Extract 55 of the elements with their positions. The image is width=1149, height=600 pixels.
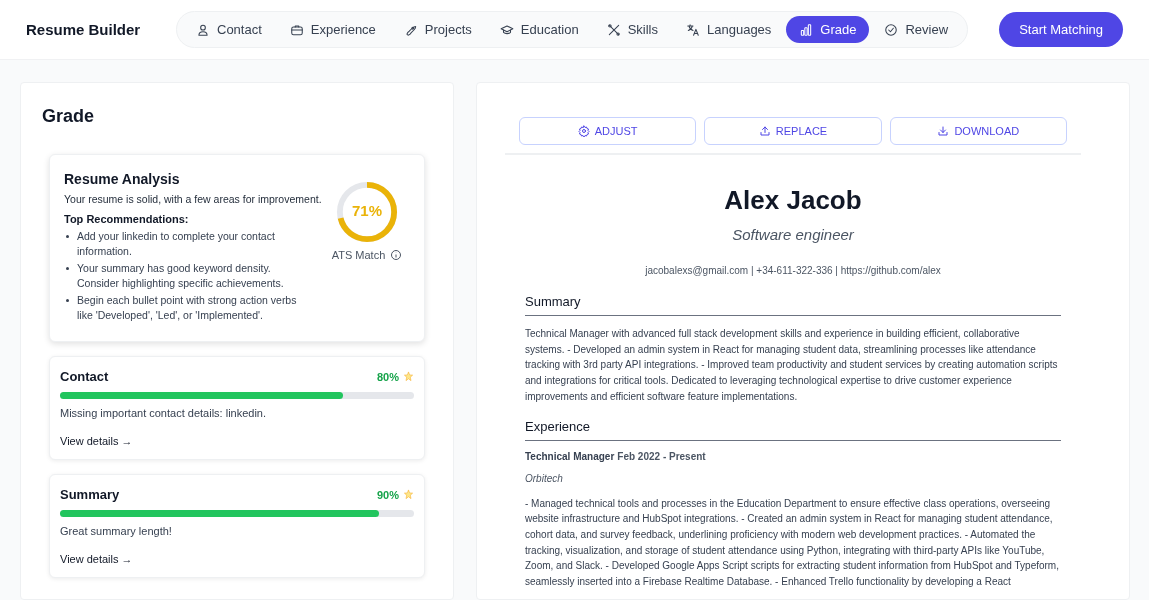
recommendation-text: Your summary has good keyword density. Consider highlighting specific achievements. — [77, 261, 285, 291]
sparkle-icon — [403, 489, 414, 500]
action-button[interactable]: REPLACE — [704, 117, 882, 145]
bar-chart-icon — [799, 22, 814, 37]
recommendation-text: Add your linkedin to complete your contact information. — [77, 229, 276, 259]
nav-tab[interactable]: Experience — [276, 16, 389, 43]
person-icon — [196, 22, 210, 37]
recommendation-text: Begin each bullet point with strong action verbs like 'Developed', 'Led', or 'Implemented'. — [77, 293, 298, 323]
panel-title: Grade — [42, 106, 96, 127]
bullet-icon — [66, 299, 69, 302]
section-title: Summary — [60, 487, 120, 502]
resume-contact-line: jacobalexs@gmail.com | +34-611-322-336 | https://github.com/alex — [644, 265, 942, 276]
nav-tab[interactable]: Projects — [390, 16, 485, 43]
section-heading: Experience — [525, 418, 1061, 441]
nav-tab[interactable]: Contact — [183, 16, 275, 43]
nav-tab[interactable]: Skills — [593, 16, 671, 43]
recommendations-title: Top Recommendations: — [64, 213, 190, 225]
card-title: Resume Analysis — [64, 171, 181, 187]
briefcase-icon — [289, 22, 304, 37]
translate-icon — [686, 22, 700, 37]
view-details-link[interactable]: View details → — [60, 553, 133, 565]
settings-icon — [577, 125, 590, 137]
download-icon — [937, 125, 950, 137]
section-heading: Summary — [525, 294, 1061, 316]
nav-tab[interactable]: Education — [486, 16, 592, 43]
section-score: 80% — [376, 370, 399, 383]
section-score: 90% — [376, 488, 399, 501]
score-label: ATS Match — [331, 249, 386, 261]
section-message: Missing important contact details: linkedin. — [60, 407, 268, 419]
start-matching-button[interactable]: Start Matching — [999, 12, 1123, 47]
graduation-cap-icon — [499, 22, 514, 37]
section-message: Great summary length! — [60, 525, 173, 537]
analysis-summary: Your resume is solid, with a few areas for improvement. — [64, 193, 323, 205]
section-title: Contact — [60, 369, 109, 384]
score-value: 71% — [351, 202, 383, 219]
nav-tab[interactable]: Review — [871, 16, 962, 43]
nav-tab[interactable]: Grade — [786, 16, 870, 43]
view-details-link[interactable]: View details → — [60, 435, 133, 447]
resume-headline: Software engineer — [731, 226, 855, 243]
resume-name: Alex Jacob — [723, 185, 863, 216]
nav-tab[interactable]: Languages — [673, 16, 785, 43]
upload-icon — [758, 125, 771, 137]
check-circle-icon — [884, 22, 899, 37]
bullet-icon — [66, 267, 69, 270]
job-description: - Managed technical tools and processes in the Education Department to ensure effective class operations, overseeing website infrastructure and HubSpot integrations. - Created an admin system in React for managing student attendance, cohort data, and survey feedback, underlining proficiency with modern web development practices. - Automated the tracking, visualization, and storage of student attendance using Python, integrating with third-party APIs like YouTube, Zoom, and Slack. - Developed Google Apps Script scripts for extracting student information from HubSpot and Typeform, seamlessly inserted into a Firebase Realtime Database. - Enhanced Trello functionality by developing a React — [525, 496, 1060, 590]
bullet-icon — [66, 235, 69, 238]
sparkle-icon — [403, 371, 414, 382]
company-name: Orbitech — [525, 472, 564, 484]
job-dates: Feb 2022 - Present — [617, 450, 706, 462]
info-icon[interactable] — [390, 249, 403, 261]
job-title: Technical Manager — [525, 450, 615, 462]
summary-text: Technical Manager with advanced full stack development skills and experience in building efficient, collaborative systems. - Developed an admin system in React for managing student data, streamlining processes like attendance tracking with 3rd party API integrations. - Improved team productivity and student services by creating automation scripts and integrations for critical tools. Dedicated to leveraging technological expertise to drive customer experience improvements and efficient software feature implementations. — [525, 327, 1059, 404]
app-title: Resume Builder — [26, 21, 142, 38]
action-button[interactable]: DOWNLOAD — [889, 117, 1067, 145]
action-button[interactable]: ADJUST — [519, 117, 697, 145]
